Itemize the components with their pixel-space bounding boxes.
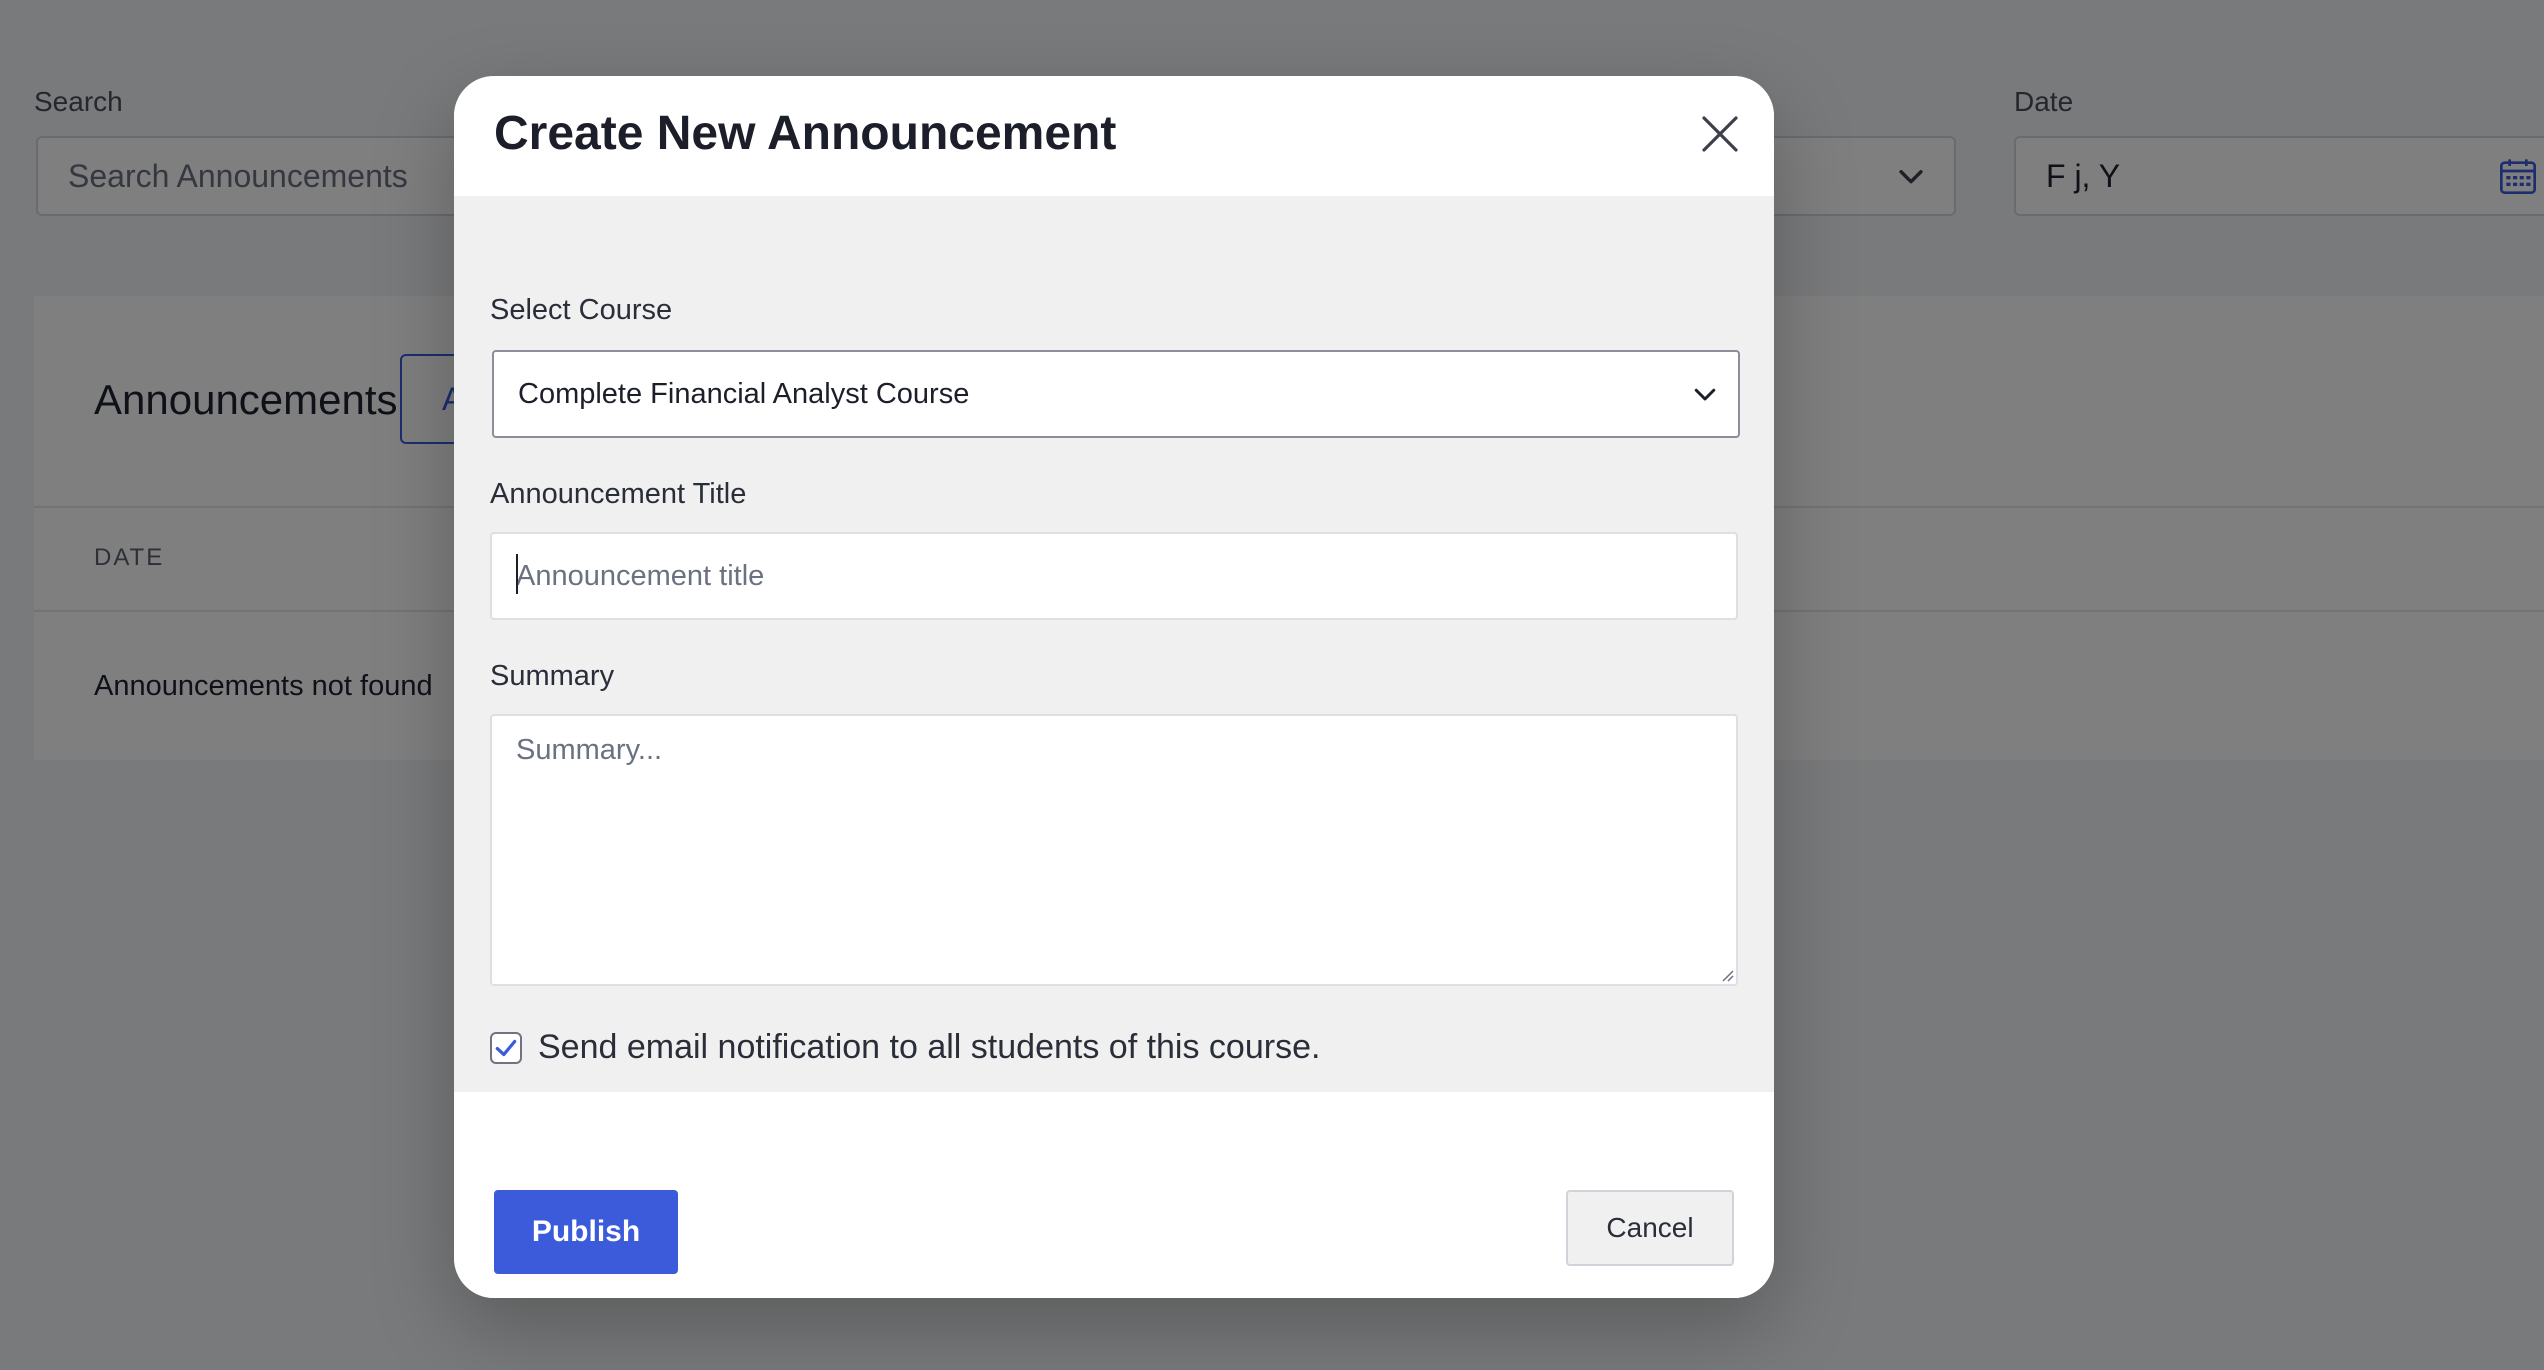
text-caret bbox=[516, 554, 518, 594]
create-announcement-modal: Create New Announcement Select Course Co… bbox=[454, 76, 1774, 1298]
modal-footer: Publish Cancel bbox=[454, 1092, 1774, 1298]
modal-body: Select Course Complete Financial Analyst… bbox=[454, 196, 1774, 1092]
course-selected-value: Complete Financial Analyst Course bbox=[518, 377, 970, 410]
email-notification-option[interactable]: Send email notification to all students … bbox=[490, 1028, 1320, 1067]
announcement-title-label: Announcement Title bbox=[490, 478, 747, 510]
summary-textarea[interactable] bbox=[490, 714, 1738, 986]
modal-title: Create New Announcement bbox=[494, 107, 1117, 160]
course-label: Select Course bbox=[490, 294, 673, 326]
close-icon[interactable] bbox=[1696, 110, 1744, 158]
course-select[interactable]: Complete Financial Analyst Course bbox=[492, 350, 1740, 438]
email-notification-label: Send email notification to all students … bbox=[538, 1028, 1321, 1066]
publish-button[interactable]: Publish bbox=[494, 1190, 678, 1274]
cancel-button[interactable]: Cancel bbox=[1566, 1190, 1734, 1266]
summary-label: Summary bbox=[490, 660, 615, 692]
checkmark-icon bbox=[495, 1039, 517, 1056]
chevron-down-icon bbox=[1694, 388, 1716, 401]
resize-handle-icon[interactable] bbox=[1718, 966, 1734, 982]
modal-header: Create New Announcement bbox=[454, 76, 1774, 196]
email-notification-checkbox[interactable] bbox=[490, 1031, 522, 1064]
announcement-title-input[interactable] bbox=[490, 532, 1738, 620]
